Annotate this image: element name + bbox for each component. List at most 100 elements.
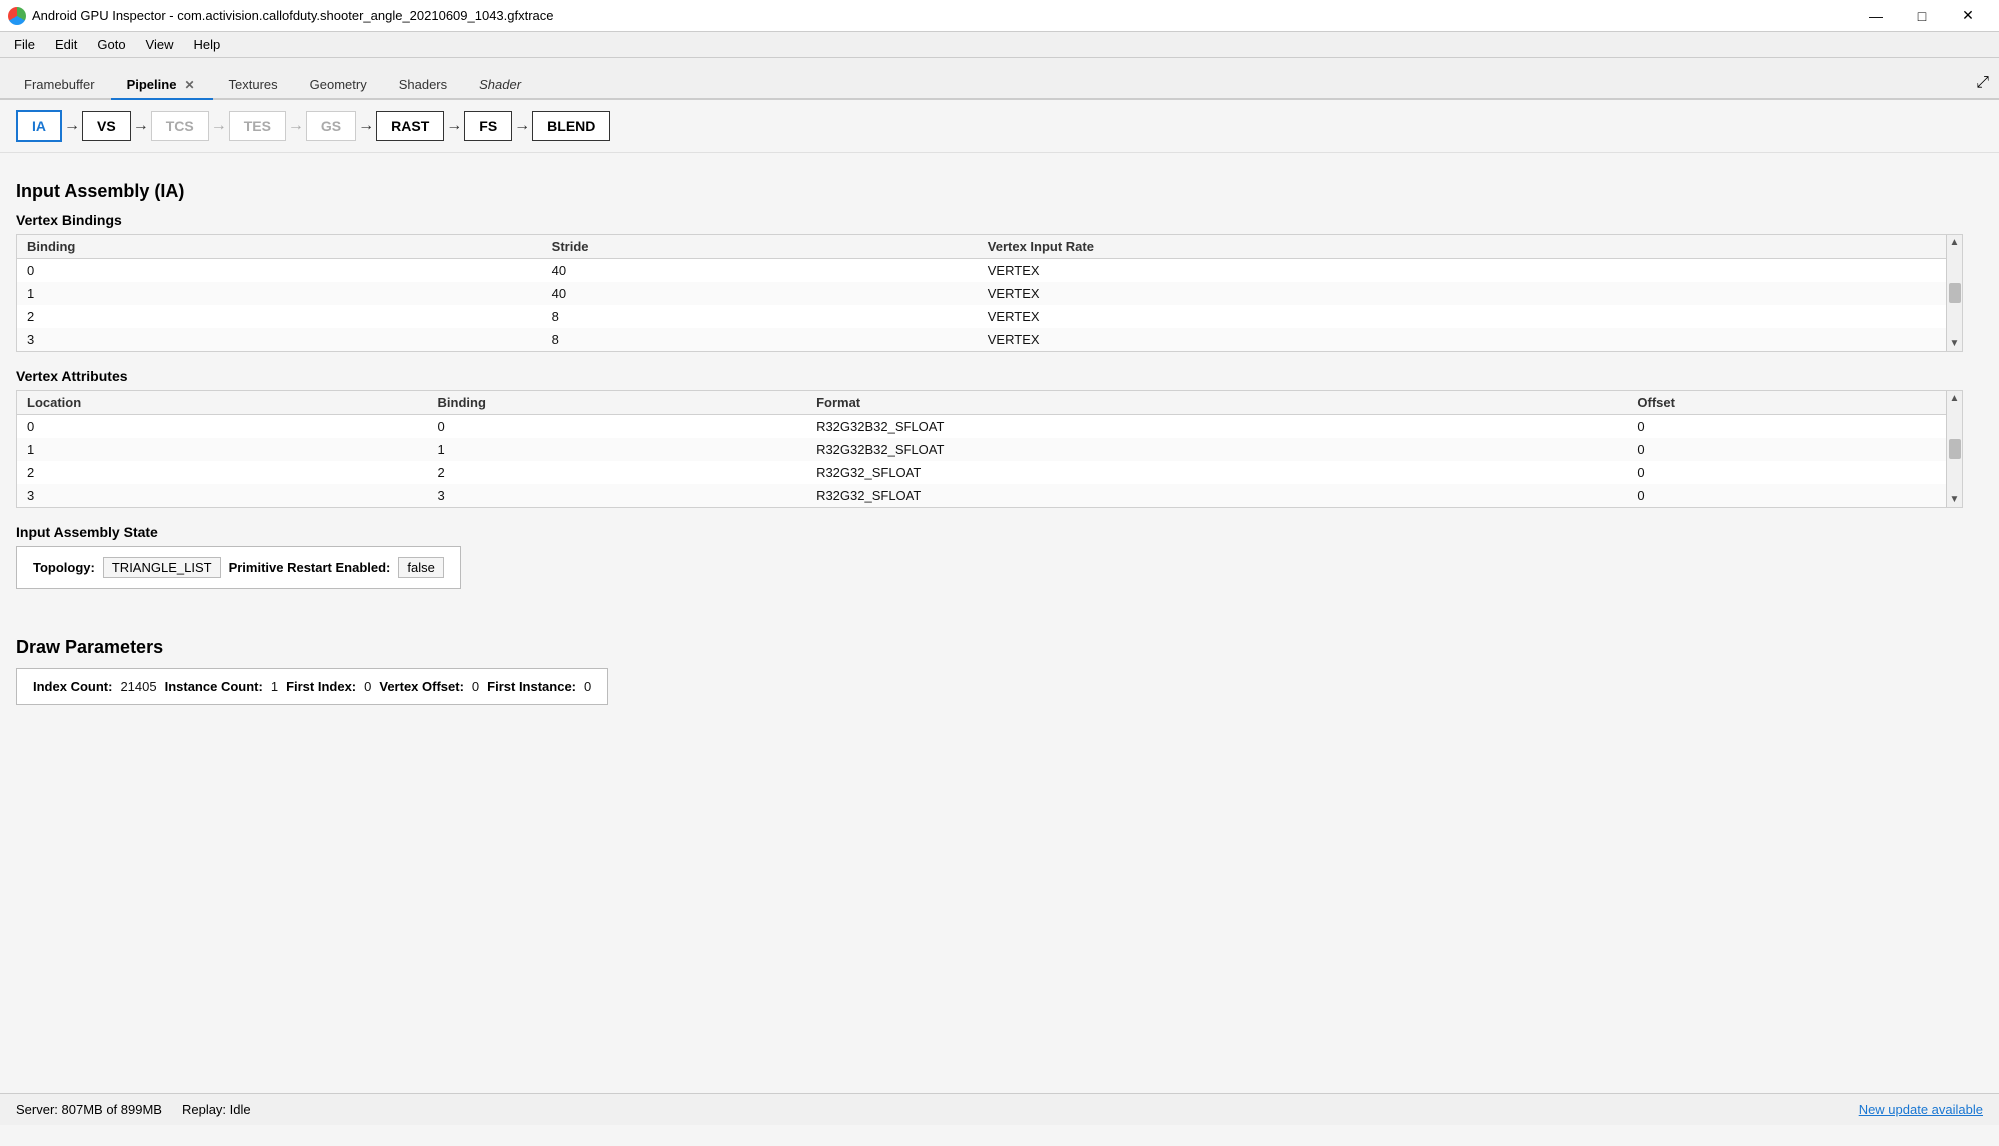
vertex-attributes-body: 00R32G32B32_SFLOAT011R32G32B32_SFLOAT022…: [17, 415, 1946, 508]
stage-box-GS[interactable]: GS: [306, 111, 356, 141]
vertex-offset-value: 0: [472, 679, 479, 694]
arrow-7: →: [512, 117, 532, 135]
stage-RAST[interactable]: RAST: [376, 111, 444, 141]
pipeline-bar: IA → VS → TCS → TES → GS → RAST → FS → B…: [0, 100, 1999, 153]
status-left: Server: 807MB of 899MB Replay: Idle: [16, 1102, 251, 1117]
menu-file[interactable]: File: [4, 35, 45, 54]
table-row: 33R32G32_SFLOAT0: [17, 484, 1946, 507]
stage-TCS[interactable]: TCS: [151, 111, 209, 141]
stage-box-RAST[interactable]: RAST: [376, 111, 444, 141]
first-index-label: First Index:: [286, 679, 356, 694]
col-format: Format: [806, 391, 1627, 415]
draw-params-box: Index Count: 21405 Instance Count: 1 Fir…: [16, 668, 608, 705]
vertex-bindings-table: Binding Stride Vertex Input Rate 040VERT…: [17, 235, 1946, 351]
status-bar: Server: 807MB of 899MB Replay: Idle New …: [0, 1093, 1999, 1125]
stage-box-BLEND[interactable]: BLEND: [532, 111, 610, 141]
tab-shader[interactable]: Shader: [463, 71, 537, 100]
scroll-down-arrow2[interactable]: ▼: [1948, 492, 1962, 507]
stage-box-VS[interactable]: VS: [82, 111, 131, 141]
close-button[interactable]: ✕: [1945, 0, 1991, 32]
subsection-vertex-bindings: Vertex Bindings: [16, 212, 1983, 228]
stage-TES[interactable]: TES: [229, 111, 286, 141]
vertex-attributes-header: Location Binding Format Offset: [17, 391, 1946, 415]
title-bar: Android GPU Inspector - com.activision.c…: [0, 0, 1999, 32]
stage-IA[interactable]: IA: [16, 110, 62, 142]
stage-FS[interactable]: FS: [464, 111, 512, 141]
tab-bar: Framebuffer Pipeline ✕ Textures Geometry…: [0, 58, 1999, 100]
arrow-4: →: [286, 117, 306, 135]
scroll-up-arrow[interactable]: ▲: [1948, 235, 1962, 250]
scrollbar-vertex-attrs[interactable]: ▲ ▼: [1946, 391, 1962, 507]
instance-count-label: Instance Count:: [165, 679, 263, 694]
new-update-link[interactable]: New update available: [1859, 1102, 1983, 1117]
scroll-down-arrow[interactable]: ▼: [1948, 336, 1962, 351]
window-title: Android GPU Inspector - com.activision.c…: [32, 8, 554, 23]
input-assembly-state-box: Topology: TRIANGLE_LIST Primitive Restar…: [16, 546, 461, 589]
tab-pipeline[interactable]: Pipeline ✕: [111, 71, 213, 100]
table-row: 140VERTEX: [17, 282, 1946, 305]
stage-box-IA[interactable]: IA: [16, 110, 62, 142]
col-stride: Stride: [542, 235, 978, 259]
tab-geometry[interactable]: Geometry: [294, 71, 383, 100]
arrow-1: →: [62, 117, 82, 135]
scrollbar-thumb2[interactable]: [1949, 439, 1961, 459]
menu-edit[interactable]: Edit: [45, 35, 87, 54]
instance-count-value: 1: [271, 679, 278, 694]
topology-value: TRIANGLE_LIST: [103, 557, 221, 578]
col-offset: Offset: [1627, 391, 1946, 415]
stage-BLEND[interactable]: BLEND: [532, 111, 610, 141]
expand-icon[interactable]: ⤢: [1966, 68, 1999, 98]
stage-box-TES[interactable]: TES: [229, 111, 286, 141]
table-row: 28VERTEX: [17, 305, 1946, 328]
vertex-bindings-table-container: Binding Stride Vertex Input Rate 040VERT…: [16, 234, 1963, 352]
app-icon: [8, 7, 26, 25]
tab-bar-left: Framebuffer Pipeline ✕ Textures Geometry…: [8, 71, 537, 98]
stage-GS[interactable]: GS: [306, 111, 356, 141]
menu-view[interactable]: View: [136, 35, 184, 54]
stage-box-TCS[interactable]: TCS: [151, 111, 209, 141]
title-bar-controls: — □ ✕: [1853, 0, 1991, 32]
tab-framebuffer[interactable]: Framebuffer: [8, 71, 111, 100]
menu-help[interactable]: Help: [184, 35, 231, 54]
menu-goto[interactable]: Goto: [87, 35, 135, 54]
arrow-3: →: [209, 117, 229, 135]
col-binding-attr: Binding: [428, 391, 807, 415]
scroll-up-arrow2[interactable]: ▲: [1948, 391, 1962, 406]
col-binding: Binding: [17, 235, 542, 259]
title-bar-left: Android GPU Inspector - com.activision.c…: [8, 7, 554, 25]
stage-box-FS[interactable]: FS: [464, 111, 512, 141]
minimize-button[interactable]: —: [1853, 0, 1899, 32]
col-vertex-input-rate: Vertex Input Rate: [978, 235, 1946, 259]
tab-shaders[interactable]: Shaders: [383, 71, 463, 100]
tab-textures[interactable]: Textures: [213, 71, 294, 100]
stage-VS[interactable]: VS: [82, 111, 131, 141]
index-count-label: Index Count:: [33, 679, 112, 694]
table-row: 040VERTEX: [17, 259, 1946, 283]
maximize-button[interactable]: □: [1899, 0, 1945, 32]
section-input-assembly: Input Assembly (IA): [16, 181, 1983, 202]
section-draw-parameters: Draw Parameters: [16, 637, 1983, 658]
primitive-restart-value: false: [398, 557, 443, 578]
table-row: 22R32G32_SFLOAT0: [17, 461, 1946, 484]
index-count-value: 21405: [120, 679, 156, 694]
replay-status: Replay: Idle: [182, 1102, 251, 1117]
first-instance-value: 0: [584, 679, 591, 694]
subsection-input-assembly-state: Input Assembly State: [16, 524, 1983, 540]
subsection-vertex-attributes: Vertex Attributes: [16, 368, 1983, 384]
vertex-bindings-header: Binding Stride Vertex Input Rate: [17, 235, 1946, 259]
vertex-offset-label: Vertex Offset:: [379, 679, 464, 694]
primitive-restart-label: Primitive Restart Enabled:: [229, 560, 391, 575]
arrow-2: →: [131, 117, 151, 135]
vertex-bindings-body: 040VERTEX140VERTEX28VERTEX38VERTEX: [17, 259, 1946, 352]
tab-pipeline-close[interactable]: ✕: [182, 78, 196, 92]
scrollbar-thumb[interactable]: [1949, 283, 1961, 303]
first-index-value: 0: [364, 679, 371, 694]
vertex-attributes-table: Location Binding Format Offset 00R32G32B…: [17, 391, 1946, 507]
col-location: Location: [17, 391, 428, 415]
first-instance-label: First Instance:: [487, 679, 576, 694]
main-content: Input Assembly (IA) Vertex Bindings Bind…: [0, 153, 1999, 1146]
vertex-attributes-table-container: Location Binding Format Offset 00R32G32B…: [16, 390, 1963, 508]
server-status: Server: 807MB of 899MB: [16, 1102, 162, 1117]
scrollbar-vertex-bindings[interactable]: ▲ ▼: [1946, 235, 1962, 351]
arrow-6: →: [444, 117, 464, 135]
